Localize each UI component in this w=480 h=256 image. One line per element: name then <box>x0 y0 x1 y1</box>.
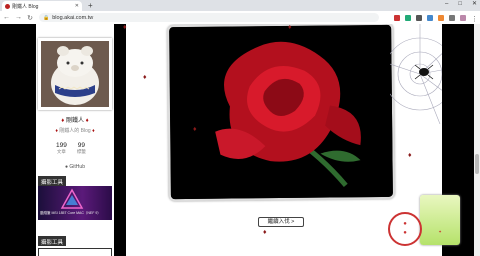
browser-toolbar: ← → ↻ 🔒 blog.akai.com.tw ⋮ <box>0 11 480 24</box>
page-content: ♦ 剛鐵人 ♦ ♦ 剛鐵人的 Blog ♦ 199 文章 99 標籤 ● Git… <box>0 24 480 256</box>
favicon-icon <box>5 3 10 9</box>
snack-package-graphic: ✦ <box>420 195 460 245</box>
address-bar[interactable]: 🔒 blog.akai.com.tw <box>39 13 379 22</box>
browser-tab[interactable]: 剛鐵人 Blog ✕ <box>2 1 82 11</box>
stat-tags[interactable]: 99 標籤 <box>77 142 86 155</box>
stats: 199 文章 99 標籤 <box>56 142 86 155</box>
read-more-button[interactable]: 繼續入伐 > <box>258 217 304 227</box>
extension-icon[interactable] <box>427 14 433 21</box>
rose-photo <box>169 24 395 202</box>
rose-icon: ♦ <box>92 128 95 134</box>
window-controls: ‒ □ ✕ <box>445 0 477 9</box>
github-link[interactable]: ● GitHub <box>36 164 114 170</box>
browser-chrome: 剛鐵人 Blog ✕ + ‒ □ ✕ ← → ↻ 🔒 blog.akai.com… <box>0 0 480 24</box>
github-icon: ● <box>65 164 69 170</box>
stat-posts[interactable]: 199 文章 <box>56 142 67 155</box>
falling-rose-icon: ♦ <box>123 24 127 31</box>
featured-image[interactable] <box>167 24 395 202</box>
back-icon[interactable]: ← <box>3 14 10 21</box>
spider-icon <box>419 68 429 76</box>
sidebar: ♦ 剛鐵人 ♦ ♦ 剛鐵人的 Blog ♦ 199 文章 99 標籤 ● Git… <box>36 24 114 256</box>
tab-bar: 剛鐵人 Blog ✕ + ‒ □ ✕ <box>0 0 480 11</box>
url-text: blog.akai.com.tw <box>52 14 94 21</box>
profile-avatar[interactable] <box>460 14 466 21</box>
falling-rose-icon: ♦ <box>288 24 292 31</box>
promo-text: 腦殘筆 MSI 185T Core MAC（NEF 9） <box>40 211 101 215</box>
extension-icon[interactable] <box>405 14 411 21</box>
tab-title: 剛鐵人 Blog <box>12 3 39 10</box>
falling-rose-icon: ♦ <box>408 152 412 159</box>
section-title: 攝影工具 <box>38 236 67 246</box>
scrollbar[interactable] <box>474 24 480 256</box>
rose-icon: ♦ <box>55 128 58 134</box>
rose-icon: ♦ <box>61 118 65 124</box>
left-background <box>0 24 36 256</box>
section-title: 攝影工具 <box>38 176 67 186</box>
falling-rose-icon: ♦ <box>263 229 267 236</box>
scrollbar-thumb[interactable] <box>475 154 479 174</box>
maximize-button[interactable]: □ <box>458 0 462 9</box>
profile-photo <box>38 38 112 110</box>
extension-icon[interactable] <box>416 14 422 21</box>
menu-icon[interactable]: ⋮ <box>471 15 478 23</box>
sidebar-box <box>38 248 112 256</box>
falling-rose-icon: ♦ <box>143 74 147 81</box>
extensions-area: ⋮ <box>394 14 478 23</box>
reload-icon[interactable]: ↻ <box>27 14 33 22</box>
extension-icon[interactable] <box>438 14 444 21</box>
author-subtitle: ♦ 剛鐵人的 Blog ♦ <box>55 128 95 134</box>
author-name: ♦ 剛鐵人 ♦ <box>61 118 89 124</box>
minimize-button[interactable]: ‒ <box>445 0 448 9</box>
lock-icon: 🔒 <box>43 14 50 21</box>
mid-background <box>114 24 126 256</box>
new-tab-button[interactable]: + <box>88 1 93 10</box>
close-window-button[interactable]: ✕ <box>472 0 477 9</box>
promo-banner[interactable]: 腦殘筆 MSI 185T Core MAC（NEF 9） <box>38 186 112 220</box>
teddy-image <box>41 41 109 107</box>
falling-rose-icon: ♦ <box>193 126 197 133</box>
puzzle-icon[interactable] <box>449 14 455 21</box>
forward-icon[interactable]: → <box>15 14 22 21</box>
extension-icon[interactable] <box>394 14 400 21</box>
rose-icon: ♦ <box>85 118 89 124</box>
red-stamp-graphic: ● ● <box>388 212 422 246</box>
close-tab-icon[interactable]: ✕ <box>75 3 79 9</box>
